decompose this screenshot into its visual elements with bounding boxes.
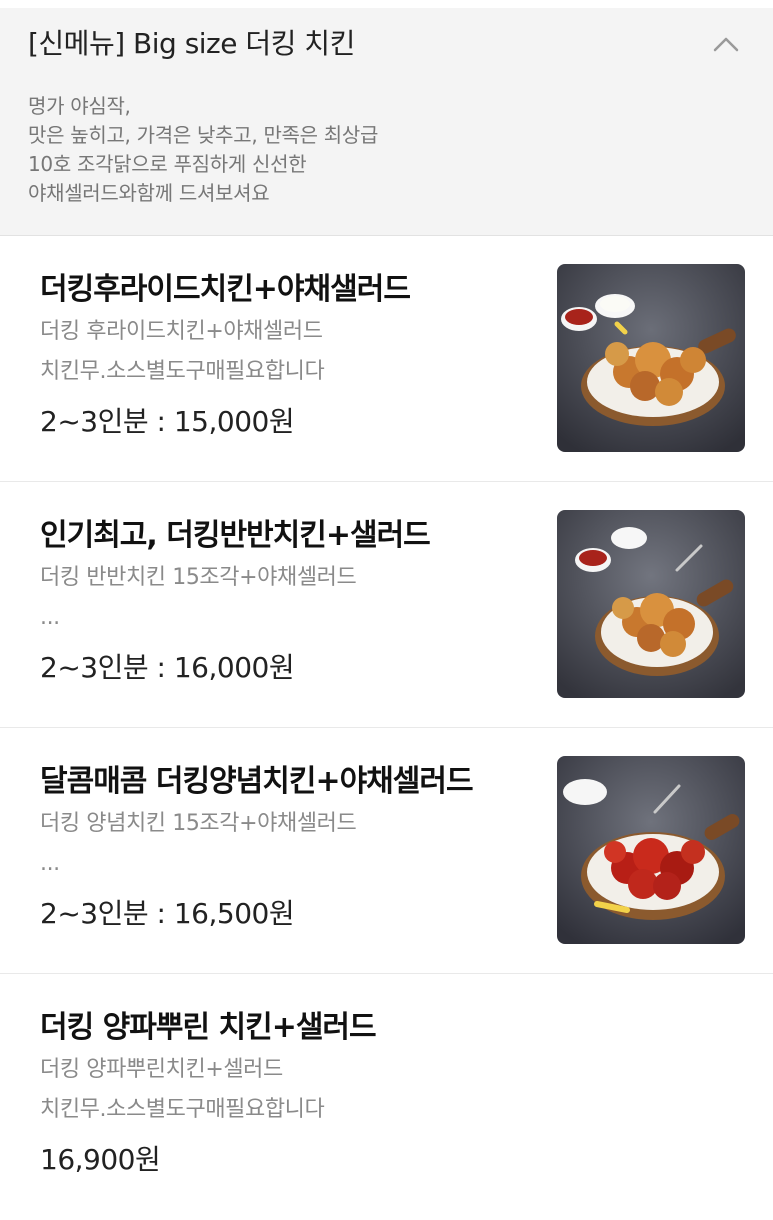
category-description-line: 야채셀러드와함께 드셔보셔요	[28, 181, 270, 205]
menu-item-description-line: ...	[40, 605, 60, 630]
menu-item-description: 더킹 반반치킨 15조각+야채셀러드 ...	[40, 558, 357, 638]
menu-item-description: 더킹 후라이드치킨+야채셀러드 치킨무.소스별도구매필요합니다	[40, 312, 325, 392]
menu-item-description-line: 치킨무.소스별도구매필요합니다	[40, 1097, 325, 1122]
category-description: 명가 야심작, 맛은 높히고, 가격은 낮추고, 만족은 최상급 10호 조각닭…	[28, 92, 378, 208]
menu-item-name: 더킹 양파뿌린 치킨+샐러드	[40, 1010, 377, 1045]
menu-item-description-line: 더킹 후라이드치킨+야채셀러드	[40, 319, 323, 344]
menu-item-description-line: 치킨무.소스별도구매필요합니다	[40, 359, 325, 384]
menu-item-name: 달콤매콤 더킹양념치킨+야채셀러드	[40, 764, 474, 799]
menu-item-description-line: 더킹 양념치킨 15조각+야채셀러드	[40, 811, 357, 836]
menu-item-price: 2~3인분 : 16,000원	[40, 651, 295, 684]
menu-item-name: 인기최고, 더킹반반치킨+샐러드	[40, 518, 431, 553]
chevron-up-icon[interactable]	[713, 36, 739, 52]
menu-item[interactable]: 더킹후라이드치킨+야채샐러드 더킹 후라이드치킨+야채셀러드 치킨무.소스별도구…	[0, 236, 773, 482]
menu-item-price: 2~3인분 : 15,000원	[40, 405, 295, 438]
menu-item-description-line: 더킹 반반치킨 15조각+야채셀러드	[40, 565, 357, 590]
menu-item-price: 2~3인분 : 16,500원	[40, 897, 295, 930]
category-description-line: 명가 야심작,	[28, 94, 131, 118]
category-description-line: 10호 조각닭으로 푸짐하게 신선한	[28, 152, 307, 176]
menu-item-name: 더킹후라이드치킨+야채샐러드	[40, 272, 411, 307]
seasoned-chicken-photo[interactable]	[557, 756, 745, 944]
menu-item-description: 더킹 양파뿌린치킨+셀러드 치킨무.소스별도구매필요합니다	[40, 1050, 325, 1130]
menu-item[interactable]: 달콤매콤 더킹양념치킨+야채셀러드 더킹 양념치킨 15조각+야채셀러드 ...…	[0, 728, 773, 974]
menu-item-description: 더킹 양념치킨 15조각+야채셀러드 ...	[40, 804, 357, 884]
menu-item-description-line: 더킹 양파뿌린치킨+셀러드	[40, 1057, 283, 1082]
menu-item-price: 16,900원	[40, 1143, 161, 1176]
category-description-line: 맛은 높히고, 가격은 낮추고, 만족은 최상급	[28, 123, 379, 147]
menu-item[interactable]: 더킹 양파뿌린 치킨+샐러드 더킹 양파뿌린치킨+셀러드 치킨무.소스별도구매필…	[0, 974, 773, 1220]
fried-chicken-photo[interactable]	[557, 264, 745, 452]
menu-item[interactable]: 인기최고, 더킹반반치킨+샐러드 더킹 반반치킨 15조각+야채셀러드 ... …	[0, 482, 773, 728]
menu-item-description-line: ...	[40, 851, 60, 876]
category-title: [신메뉴] Big size 더킹 치킨	[28, 27, 355, 60]
menu-list: 더킹후라이드치킨+야채샐러드 더킹 후라이드치킨+야채셀러드 치킨무.소스별도구…	[0, 236, 773, 1220]
category-header[interactable]: [신메뉴] Big size 더킹 치킨 명가 야심작, 맛은 높히고, 가격은…	[0, 0, 773, 236]
half-half-chicken-photo[interactable]	[557, 510, 745, 698]
